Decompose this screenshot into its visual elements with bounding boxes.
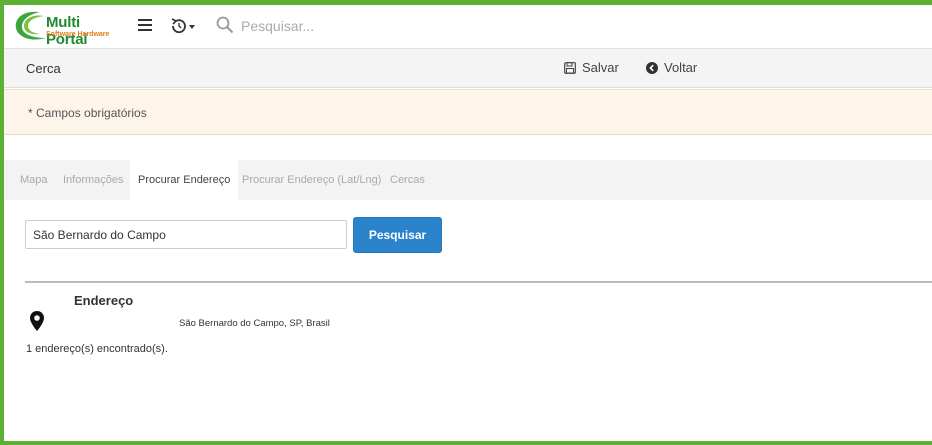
tab-cercas[interactable]: Cercas — [390, 160, 425, 200]
address-search-input[interactable] — [25, 220, 347, 249]
required-fields-notice: * Campos obrigatórios — [4, 89, 932, 135]
page-title: Cerca — [26, 61, 61, 76]
history-icon[interactable] — [169, 17, 197, 35]
required-fields-text: * Campos obrigatórios — [28, 106, 147, 120]
save-button[interactable]: Salvar — [564, 60, 619, 75]
results-count: 1 endereço(s) encontrado(s). — [26, 343, 168, 355]
search-icon — [216, 16, 234, 34]
save-button-label: Salvar — [582, 60, 619, 75]
logo-subtitle: Software Hardware — [46, 31, 110, 38]
logo-swoosh-icon — [15, 11, 46, 40]
tab-informacoes[interactable]: Informações — [63, 160, 124, 200]
tab-bar: Mapa Informações Procurar Endereço Procu… — [4, 160, 932, 200]
back-button-label: Voltar — [664, 60, 698, 75]
result-address: São Bernardo do Campo, SP, Brasil — [179, 318, 330, 329]
top-bar: Multi Portal Software Hardware — [4, 5, 932, 49]
global-search-input[interactable] — [241, 15, 501, 37]
floppy-disk-icon — [564, 61, 576, 74]
tab-procurar-endereco[interactable]: Procurar Endereço — [130, 160, 239, 200]
search-button[interactable]: Pesquisar — [353, 217, 442, 253]
menu-icon[interactable] — [138, 18, 152, 32]
tab-mapa[interactable]: Mapa — [20, 160, 48, 200]
back-button[interactable]: Voltar — [646, 60, 697, 75]
logo[interactable]: Multi Portal Software Hardware — [10, 8, 122, 48]
map-pin-icon[interactable] — [30, 311, 44, 331]
results-divider — [25, 281, 932, 283]
address-column-header: Endereço — [74, 293, 134, 308]
page-header: Cerca Salvar Voltar — [4, 49, 932, 88]
circle-chevron-left-icon — [646, 61, 658, 74]
tab-procurar-endereco-lat-lng[interactable]: Procurar Endereço (Lat/Lng) — [242, 160, 381, 200]
